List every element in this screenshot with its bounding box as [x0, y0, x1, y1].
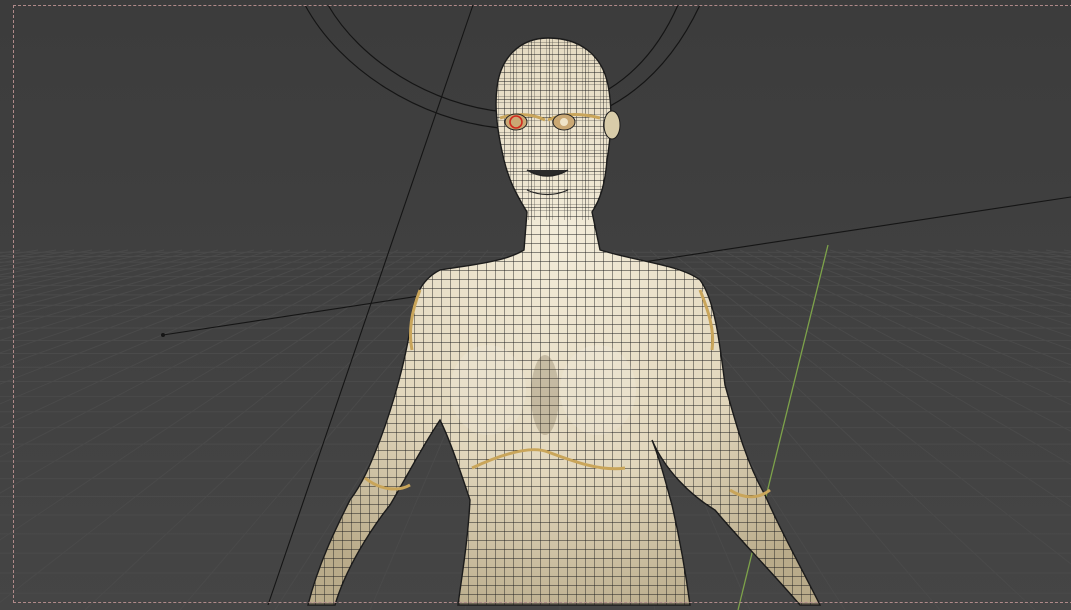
ear	[603, 110, 621, 140]
3d-viewport[interactable]	[0, 0, 1071, 610]
viewport-canvas[interactable]	[0, 0, 1071, 610]
light-origin-point	[161, 333, 165, 337]
